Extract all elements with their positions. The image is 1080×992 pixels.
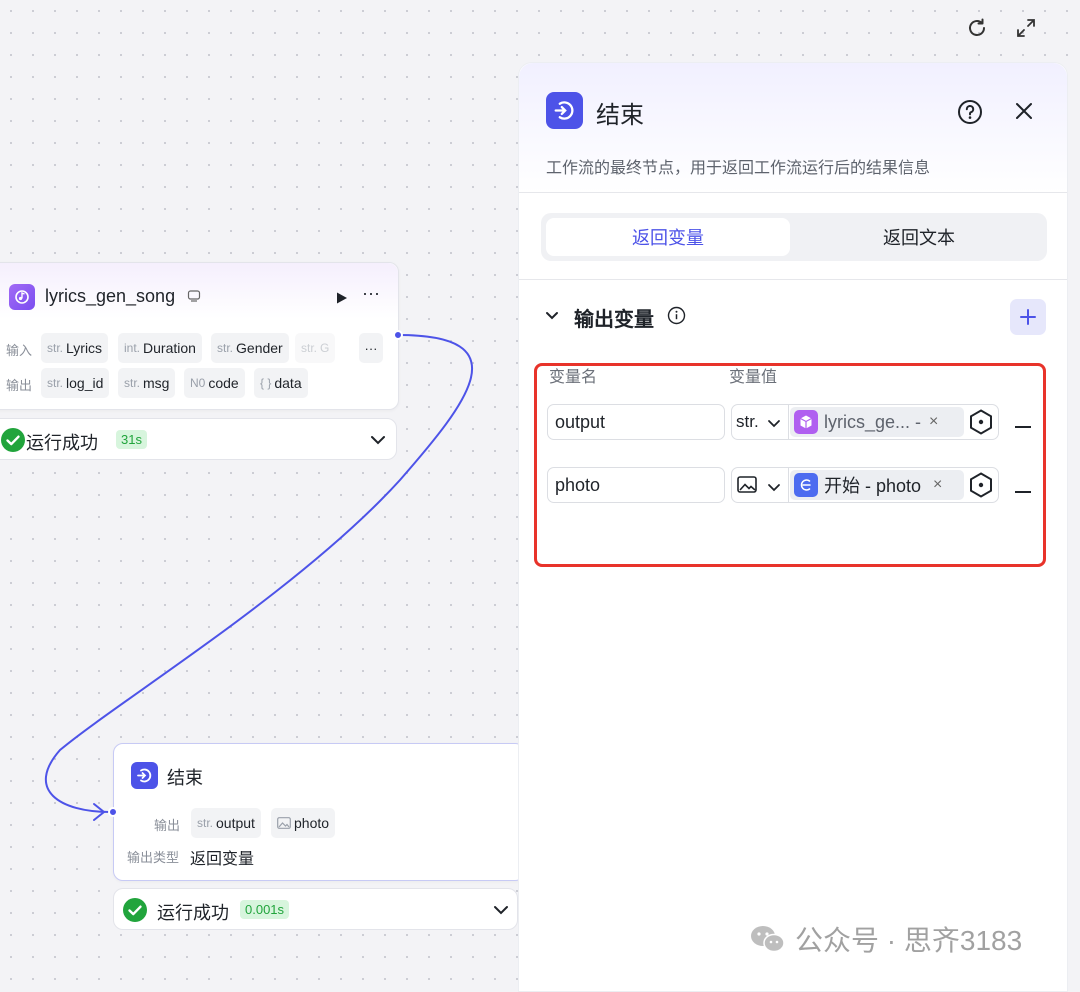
- help-button[interactable]: [957, 99, 983, 130]
- highlight-box: [534, 363, 1046, 567]
- divider: [519, 192, 1067, 193]
- refresh-button[interactable]: [963, 14, 991, 42]
- success-check-icon: [1, 428, 25, 457]
- chevron-down-icon[interactable]: [370, 433, 386, 451]
- end-output-chip-photo: photo: [271, 808, 336, 838]
- time-badge: 31s: [116, 430, 147, 449]
- tab-return-variables[interactable]: 返回变量: [546, 218, 790, 256]
- variable-value-field: str. lyrics_ge... - ×: [731, 404, 999, 440]
- info-icon[interactable]: [667, 306, 686, 330]
- remove-reference-icon[interactable]: ×: [929, 413, 938, 431]
- variable-value-field: 开始 - photo ×: [731, 467, 999, 503]
- type-select[interactable]: [737, 476, 757, 498]
- reference-tag[interactable]: lyrics_ge... - ×: [790, 407, 964, 437]
- remove-row-button[interactable]: [1015, 426, 1031, 428]
- add-variable-button[interactable]: [1010, 299, 1046, 335]
- chevron-down-icon[interactable]: [767, 416, 781, 434]
- refresh-icon: [969, 18, 985, 36]
- output-port[interactable]: [393, 330, 403, 340]
- output-chip-log-id: str. log_id: [41, 368, 110, 398]
- panel-description: 工作流的最终节点，用于返回工作流运行后的结果信息: [546, 160, 931, 177]
- tab-return-text[interactable]: 返回文本: [796, 218, 1042, 256]
- separator: [788, 468, 789, 502]
- end-node-status-card[interactable]: 运行成功 0.001s: [113, 888, 518, 930]
- gen-node-title: lyrics_gen_song: [45, 286, 176, 306]
- input-chip-gender: str. Gender: [211, 333, 289, 363]
- remove-row-button[interactable]: [1015, 491, 1031, 493]
- remove-reference-icon[interactable]: ×: [933, 476, 942, 494]
- expand-icon: [1017, 19, 1035, 37]
- return-mode-tabs: 返回变量 返回文本: [541, 213, 1047, 261]
- input-chip-lyrics: str. Lyrics: [41, 333, 109, 363]
- separator: [788, 405, 789, 439]
- cube-icon: [794, 410, 818, 434]
- collapse-section-button[interactable]: [544, 309, 560, 327]
- time-badge: 0.001s: [240, 900, 290, 919]
- input-label: 输入: [6, 343, 33, 358]
- hexagon-variable-icon: [970, 409, 992, 435]
- watermark: 公众号 · 思齐3183: [749, 919, 1022, 959]
- plus-icon: [1020, 309, 1036, 325]
- end-node[interactable]: 结束 输出 str. output photo 输出类型 返回变量: [113, 743, 525, 881]
- end-node-icon: [131, 762, 158, 789]
- variable-name-input[interactable]: photo: [547, 467, 725, 503]
- chevron-down-icon[interactable]: [493, 903, 509, 921]
- end-node-title: 结束: [167, 768, 203, 788]
- variable-name-input[interactable]: output: [547, 404, 725, 440]
- divider: [519, 279, 1067, 280]
- end-node-config-panel: 结束 工作流的最终节点，用于返回工作流运行后的结果信息 返回变量 返回文本 输出…: [518, 62, 1068, 992]
- variable-picker-button[interactable]: [968, 409, 994, 440]
- output-chip-code: N0 code: [184, 368, 245, 398]
- input-chip-truncated: str. G: [295, 333, 335, 363]
- close-button[interactable]: [1014, 101, 1034, 126]
- output-label: 输出: [6, 378, 33, 393]
- lyrics-gen-song-node[interactable]: lyrics_gen_song ··· 输入 str. Lyrics int. Du…: [0, 262, 399, 410]
- help-icon: [958, 100, 982, 124]
- run-node-button[interactable]: [335, 291, 349, 310]
- status-text: 运行成功: [157, 903, 229, 923]
- chevron-down-icon[interactable]: [767, 480, 781, 498]
- variable-picker-button[interactable]: [968, 472, 994, 503]
- input-port[interactable]: [108, 807, 118, 817]
- output-chip-msg: str. msg: [118, 368, 176, 398]
- end-output-chip-output: str. output: [191, 808, 261, 838]
- expand-button[interactable]: [1012, 14, 1040, 42]
- image-icon: [277, 817, 291, 829]
- panel-title: 结束: [596, 102, 644, 129]
- status-text: 运行成功: [26, 433, 98, 453]
- output-type-value: 返回变量: [190, 851, 255, 868]
- input-chip-duration: int. Duration: [118, 333, 202, 363]
- hexagon-variable-icon: [970, 472, 992, 498]
- more-inputs-button[interactable]: ···: [359, 333, 383, 363]
- chevron-down-icon: [546, 312, 558, 320]
- output-type-label: 输出类型: [127, 850, 180, 865]
- image-icon: [737, 476, 757, 493]
- gen-node-status-card[interactable]: 运行成功 31s: [0, 418, 397, 460]
- output-chip-data: { } data: [254, 368, 308, 398]
- column-header-name: 变量名: [549, 369, 598, 386]
- reference-tag[interactable]: 开始 - photo ×: [790, 470, 964, 500]
- success-check-icon: [123, 898, 147, 927]
- node-more-button[interactable]: ···: [362, 283, 380, 304]
- column-header-value: 变量值: [729, 369, 778, 386]
- type-select[interactable]: str.: [736, 412, 759, 432]
- play-icon: [337, 292, 347, 304]
- section-title: 输出变量: [574, 309, 654, 331]
- end-output-label: 输出: [154, 818, 181, 833]
- start-icon: [794, 473, 818, 497]
- close-icon: [1016, 103, 1032, 119]
- plugin-badge-icon: [187, 289, 201, 308]
- end-node-icon: [546, 92, 583, 129]
- music-plugin-icon: [9, 284, 35, 310]
- wechat-icon: [751, 926, 785, 953]
